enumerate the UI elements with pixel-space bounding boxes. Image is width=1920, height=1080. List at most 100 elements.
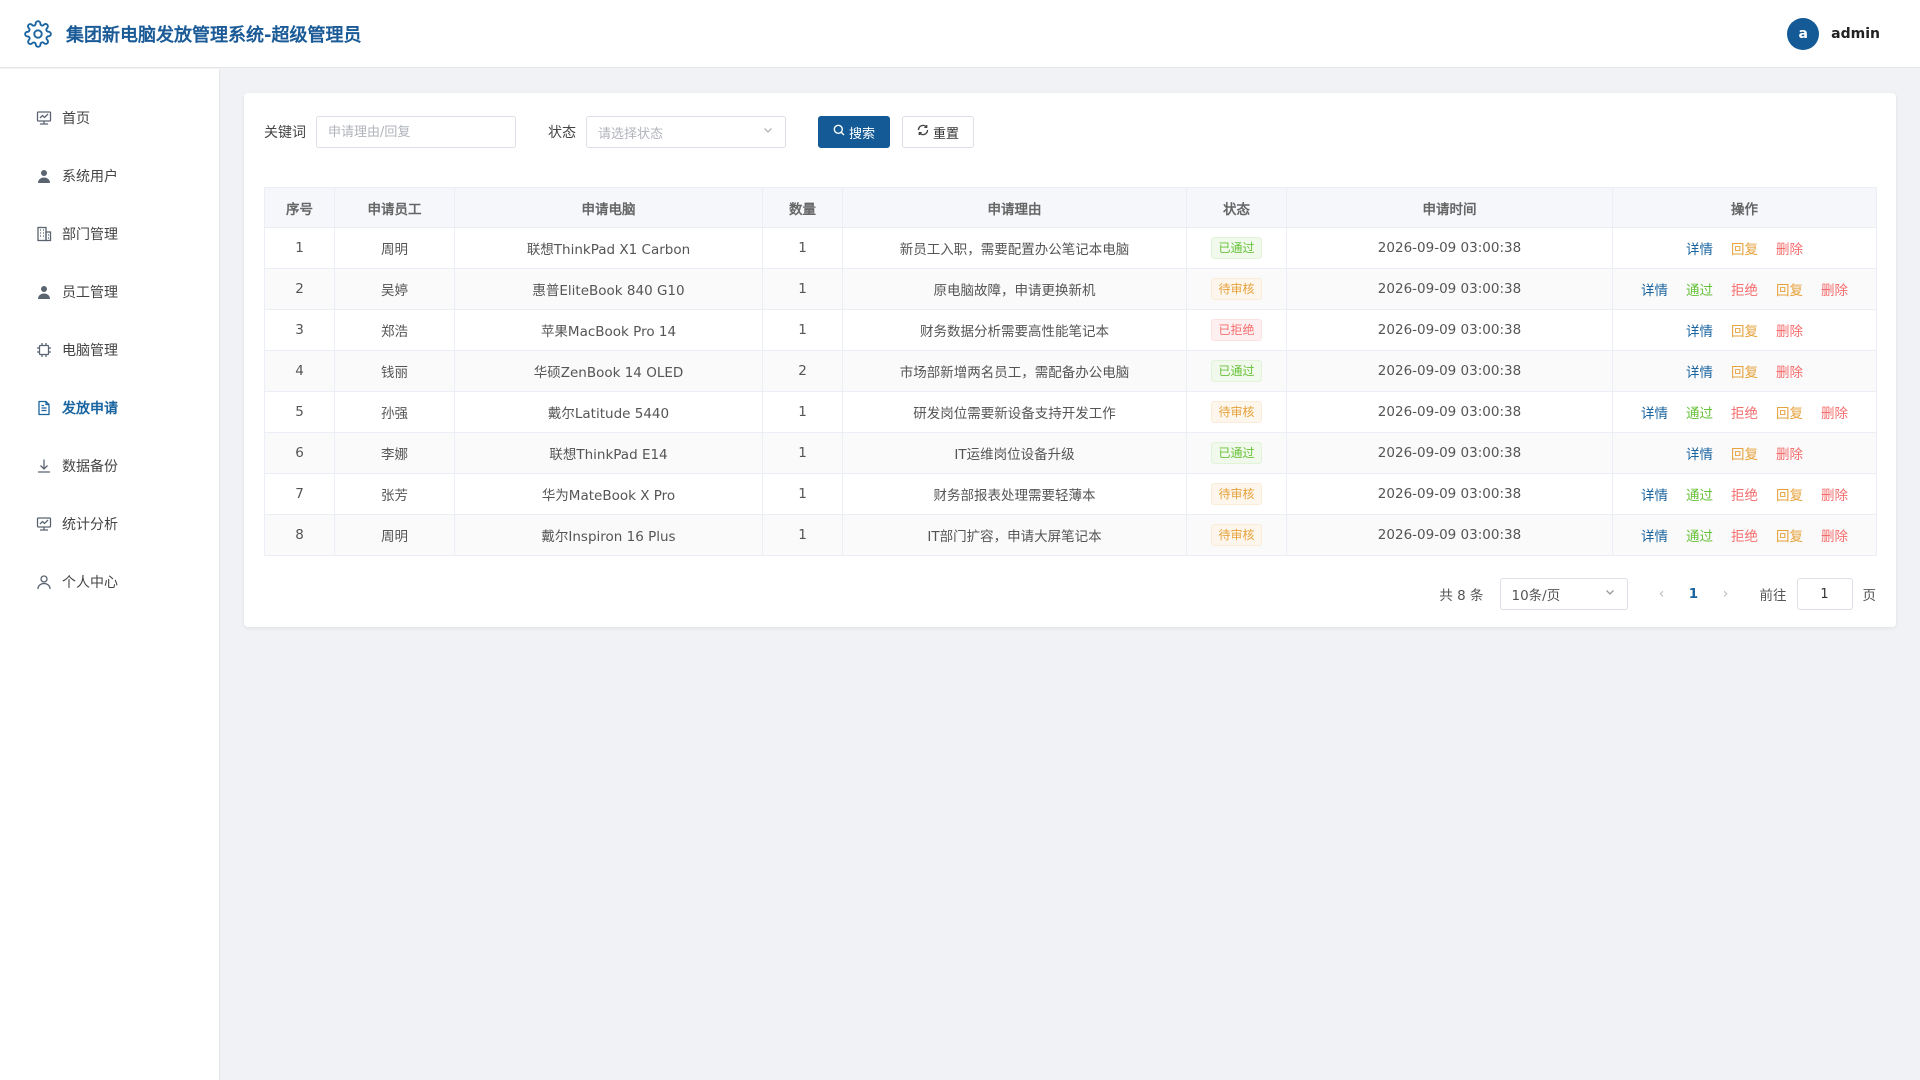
gear-icon <box>24 19 52 48</box>
detail-link[interactable]: 详情 <box>1641 525 1668 545</box>
pagination: 共 8 条 10条/页 ‹ 1 › 前往 页 <box>264 578 1876 610</box>
delete-link[interactable]: 删除 <box>1776 361 1803 381</box>
keyword-input[interactable] <box>316 116 516 148</box>
status-cell: 待审核 <box>1186 268 1287 310</box>
sidebar-item-label: 发放申请 <box>62 401 118 417</box>
reason-cell: 财务数据分析需要高性能笔记本 <box>842 309 1187 351</box>
reject-link[interactable]: 拒绝 <box>1731 279 1758 299</box>
status-badge: 待审核 <box>1211 278 1262 300</box>
approve-link[interactable]: 通过 <box>1686 402 1713 422</box>
delete-link[interactable]: 删除 <box>1821 402 1848 422</box>
reject-link[interactable]: 拒绝 <box>1731 525 1758 545</box>
column-header[interactable]: 申请员工 <box>334 187 455 228</box>
delete-link[interactable]: 删除 <box>1776 320 1803 340</box>
reject-link[interactable]: 拒绝 <box>1731 402 1758 422</box>
reason-cell: IT运维岗位设备升级 <box>842 432 1187 474</box>
column-header[interactable]: 数量 <box>762 187 843 228</box>
actions-cell: 详情 通过 拒绝 回复 删除 <box>1612 391 1877 433</box>
refresh-icon <box>917 124 929 140</box>
computer-cell: 华硕ZenBook 14 OLED <box>454 350 763 392</box>
next-page-icon[interactable]: › <box>1714 586 1738 602</box>
computer-cell: 惠普EliteBook 840 G10 <box>454 268 763 310</box>
delete-link[interactable]: 删除 <box>1776 443 1803 463</box>
prev-page-icon[interactable]: ‹ <box>1650 586 1674 602</box>
column-header[interactable]: 申请电脑 <box>454 187 763 228</box>
row-actions: 详情 通过 拒绝 回复 删除 <box>1614 279 1876 299</box>
brand: 集团新电脑发放管理系统-超级管理员 <box>24 19 362 48</box>
reply-link[interactable]: 回复 <box>1731 238 1758 258</box>
total-count: 共 8 条 <box>1439 588 1484 604</box>
sidebar-item-applications[interactable]: 发放申请 <box>0 379 219 437</box>
search-button[interactable]: 搜索 <box>818 116 891 148</box>
detail-link[interactable]: 详情 <box>1686 238 1713 258</box>
sidebar-item-employees[interactable]: 员工管理 <box>0 263 219 321</box>
table-header-row: 序号 申请员工 申请电脑 数量 申请理由 状态 申请时间 操作 <box>264 187 1877 228</box>
sidebar-item-home[interactable]: 首页 <box>0 89 219 147</box>
detail-link[interactable]: 详情 <box>1686 443 1713 463</box>
status-select[interactable]: 请选择状态 <box>586 116 786 148</box>
employee-cell: 郑浩 <box>334 309 455 351</box>
delete-link[interactable]: 删除 <box>1821 279 1848 299</box>
reply-link[interactable]: 回复 <box>1731 320 1758 340</box>
reply-link[interactable]: 回复 <box>1731 443 1758 463</box>
row-actions: 详情 回复 删除 <box>1614 361 1876 381</box>
sidebar-item-departments[interactable]: 部门管理 <box>0 205 219 263</box>
status-badge: 待审核 <box>1211 483 1262 505</box>
approve-link[interactable]: 通过 <box>1686 484 1713 504</box>
column-header[interactable]: 序号 <box>264 187 335 228</box>
reply-link[interactable]: 回复 <box>1776 525 1803 545</box>
reply-link[interactable]: 回复 <box>1776 279 1803 299</box>
user-menu[interactable]: a admin <box>1787 17 1880 50</box>
row-number-cell: 3 <box>264 309 335 351</box>
row-number-cell: 7 <box>264 473 335 515</box>
delete-link[interactable]: 删除 <box>1821 525 1848 545</box>
sidebar-item-computers[interactable]: 电脑管理 <box>0 321 219 379</box>
approve-link[interactable]: 通过 <box>1686 525 1713 545</box>
reset-button[interactable]: 重置 <box>902 116 975 148</box>
delete-link[interactable]: 删除 <box>1776 238 1803 258</box>
time-cell: 2026-09-09 03:00:38 <box>1286 391 1613 433</box>
reject-link[interactable]: 拒绝 <box>1731 484 1758 504</box>
quantity-cell: 1 <box>762 309 843 351</box>
delete-link[interactable]: 删除 <box>1821 484 1848 504</box>
goto-page-input[interactable] <box>1796 578 1853 610</box>
sidebar-item-system-users[interactable]: 系统用户 <box>0 147 219 205</box>
detail-link[interactable]: 详情 <box>1641 402 1668 422</box>
detail-link[interactable]: 详情 <box>1686 320 1713 340</box>
sidebar-item-label: 系统用户 <box>62 169 118 185</box>
detail-link[interactable]: 详情 <box>1641 484 1668 504</box>
user-icon <box>36 168 52 184</box>
sidebar-item-backup[interactable]: 数据备份 <box>0 437 219 495</box>
reason-cell: 财务部报表处理需要轻薄本 <box>842 473 1187 515</box>
reply-link[interactable]: 回复 <box>1731 361 1758 381</box>
username[interactable]: admin <box>1831 26 1880 42</box>
table-row: 8 周明 戴尔Inspiron 16 Plus 1 IT部门扩容，申请大屏笔记本 待审核 2… <box>264 514 1877 556</box>
approve-link[interactable]: 通过 <box>1686 279 1713 299</box>
computer-cell: 华为MateBook X Pro <box>454 473 763 515</box>
chevron-down-icon <box>762 124 774 140</box>
sidebar-item-label: 统计分析 <box>62 517 118 533</box>
column-header[interactable]: 状态 <box>1186 187 1287 228</box>
table-row: 5 孙强 戴尔Latitude 5440 1 研发岗位需要新设备支持开发工作 待审核 202… <box>264 391 1877 433</box>
avatar[interactable]: a <box>1787 17 1820 50</box>
detail-link[interactable]: 详情 <box>1686 361 1713 381</box>
keyword-label: 关键词 <box>264 125 306 141</box>
search-button-label: 搜索 <box>849 126 876 142</box>
status-cell: 待审核 <box>1186 391 1287 433</box>
table-row: 2 吴婷 惠普EliteBook 840 G10 1 原电脑故障，申请更换新机 待审核 20… <box>264 268 1877 310</box>
reset-button-label: 重置 <box>933 126 960 142</box>
time-cell: 2026-09-09 03:00:38 <box>1286 227 1613 269</box>
sidebar-item-statistics[interactable]: 统计分析 <box>0 495 219 553</box>
row-actions: 详情 回复 删除 <box>1614 238 1876 258</box>
column-header[interactable]: 申请理由 <box>842 187 1187 228</box>
app-title: 集团新电脑发放管理系统-超级管理员 <box>66 24 362 46</box>
page-size-select[interactable]: 10条/页 <box>1499 578 1628 610</box>
sidebar-item-profile[interactable]: 个人中心 <box>0 553 219 611</box>
column-header[interactable]: 操作 <box>1612 187 1877 228</box>
column-header[interactable]: 申请时间 <box>1286 187 1613 228</box>
computer-cell: 苹果MacBook Pro 14 <box>454 309 763 351</box>
page-number[interactable]: 1 <box>1674 586 1714 602</box>
reply-link[interactable]: 回复 <box>1776 484 1803 504</box>
reply-link[interactable]: 回复 <box>1776 402 1803 422</box>
detail-link[interactable]: 详情 <box>1641 279 1668 299</box>
